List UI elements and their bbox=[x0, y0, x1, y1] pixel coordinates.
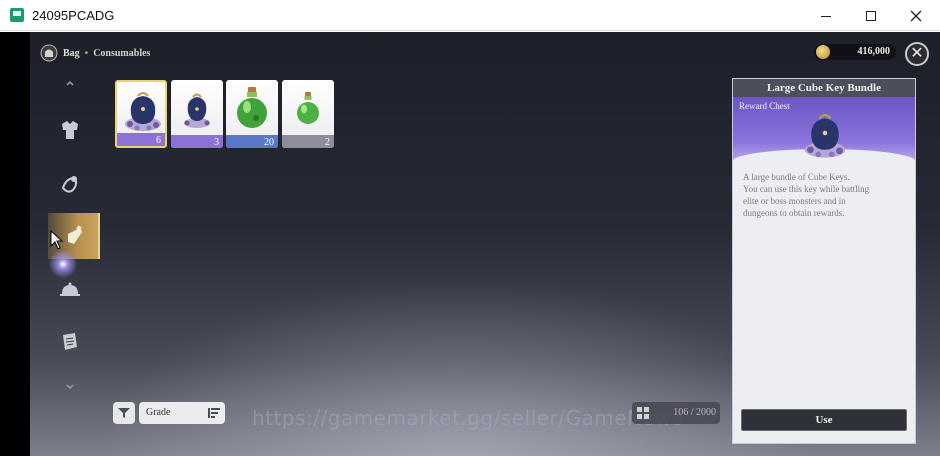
currency-value: 416,000 bbox=[857, 46, 891, 57]
close-icon bbox=[910, 10, 922, 22]
item-count: 2 bbox=[325, 137, 330, 148]
sort-dropdown[interactable]: Grade bbox=[139, 402, 225, 424]
maximize-button[interactable] bbox=[848, 0, 894, 31]
item-slot-large-cube-key-bundle[interactable]: 6 bbox=[115, 80, 167, 148]
description-line: You can use this key while battling bbox=[743, 184, 870, 194]
food-cloche-icon bbox=[60, 282, 80, 296]
key-bundle-large-icon bbox=[804, 113, 846, 158]
letterbox-bar bbox=[0, 32, 30, 456]
description-line: dungeons to obtain rewards. bbox=[743, 208, 845, 218]
small-green-potion-icon bbox=[297, 92, 319, 124]
minimize-icon bbox=[821, 15, 831, 17]
category-scroll-up[interactable] bbox=[56, 76, 84, 90]
window-title: 24095PCADG bbox=[32, 8, 115, 23]
item-detail-title: Large Cube Key Bundle bbox=[733, 79, 915, 97]
green-potion-icon bbox=[237, 87, 267, 128]
category-food[interactable] bbox=[56, 276, 84, 304]
section-title: Bag bbox=[63, 47, 80, 59]
breadcrumb: Bag • Consumables bbox=[40, 44, 150, 62]
category-scrolls[interactable] bbox=[56, 328, 84, 356]
sort-label: Grade bbox=[146, 407, 171, 418]
app-icon bbox=[10, 8, 24, 22]
category-scroll-down[interactable] bbox=[56, 380, 84, 394]
sort-icon bbox=[208, 408, 220, 418]
item-type-label: Reward Chest bbox=[739, 101, 790, 111]
window-close-button[interactable] bbox=[893, 0, 939, 31]
maximize-icon bbox=[866, 11, 876, 22]
item-slot-green-potion-large[interactable]: 20 bbox=[226, 80, 278, 148]
description-line: elite or boss monsters and in bbox=[743, 196, 846, 206]
item-count: 3 bbox=[214, 137, 219, 148]
item-description: A large bundle of Cube Keys. You can use… bbox=[743, 171, 909, 219]
chevron-down-icon bbox=[66, 384, 74, 390]
item-count: 20 bbox=[264, 137, 274, 148]
filter-icon bbox=[118, 408, 130, 418]
grid-icon bbox=[637, 407, 649, 419]
item-count: 6 bbox=[156, 135, 161, 146]
item-slot-green-potion-small[interactable]: 2 bbox=[282, 80, 334, 148]
item-detail-panel: Large Cube Key Bundle Reward Chest A lar… bbox=[732, 78, 916, 444]
consumable-potion-icon bbox=[68, 225, 82, 244]
category-armor[interactable] bbox=[56, 116, 84, 144]
chevron-up-icon bbox=[66, 80, 74, 86]
use-button[interactable]: Use bbox=[741, 409, 907, 431]
window-titlebar: 24095PCADG bbox=[0, 0, 940, 31]
mouse-cursor-icon bbox=[50, 230, 64, 250]
item-slot-cube-key-bundle[interactable]: 3 bbox=[171, 80, 223, 148]
accessory-icon bbox=[61, 176, 78, 193]
filter-button[interactable] bbox=[113, 402, 135, 424]
game-viewport: Bag • Consumables 416,000 ✕ 6 3 20 2 Gra… bbox=[0, 32, 940, 456]
description-line: A large bundle of Cube Keys. bbox=[743, 172, 850, 182]
category-consumables[interactable] bbox=[60, 222, 88, 250]
minimize-button[interactable] bbox=[803, 0, 849, 31]
breadcrumb-separator: • bbox=[84, 47, 89, 59]
category-accessory[interactable] bbox=[56, 170, 84, 198]
bag-icon bbox=[40, 44, 58, 62]
item-detail-banner: Reward Chest bbox=[733, 97, 915, 161]
armor-icon bbox=[62, 121, 78, 139]
key-bundle-icon bbox=[184, 93, 210, 128]
selection-sparkle bbox=[48, 250, 78, 278]
key-bundle-large-icon bbox=[125, 92, 161, 131]
capacity-text: 106 / 2000 bbox=[673, 407, 716, 418]
bag-capacity: 106 / 2000 bbox=[632, 402, 720, 424]
subsection-title: Consumables bbox=[93, 47, 151, 59]
scroll-icon bbox=[63, 333, 77, 350]
watermark-text: https://gamemarket.gg/seller/GameNews bbox=[252, 406, 684, 430]
close-bag-button[interactable]: ✕ bbox=[905, 42, 929, 66]
gold-coin-icon bbox=[816, 45, 830, 59]
currency-display: 416,000 bbox=[814, 44, 896, 60]
